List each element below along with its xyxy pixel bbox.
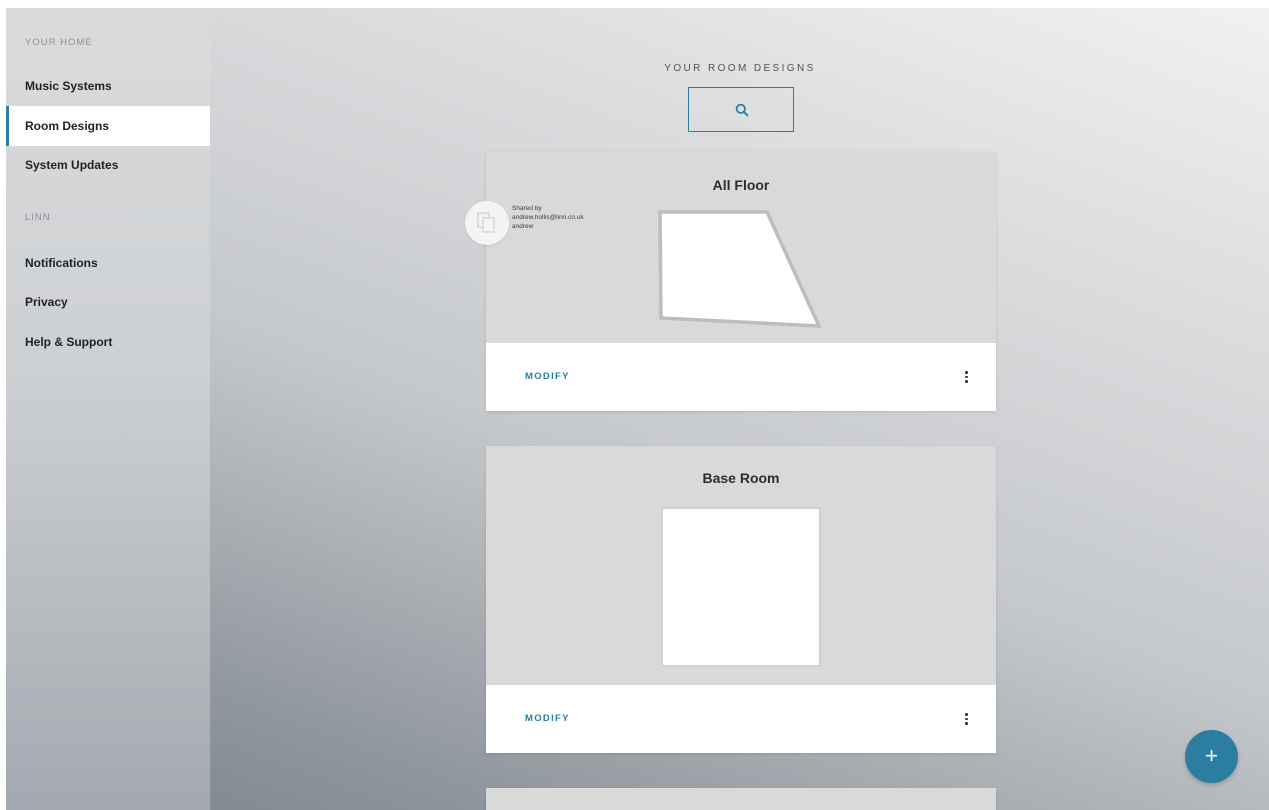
card-footer: MODIFY — [486, 685, 996, 753]
modify-button[interactable]: MODIFY — [525, 371, 570, 382]
shared-by-label: Shared by — [512, 205, 542, 212]
shared-by-info: Shared by andrew.hollis@linn.co.uk andre… — [512, 204, 584, 231]
card-title: All Floor — [712, 177, 770, 193]
sidebar: YOUR HOME Music Systems Room Designs Sys… — [6, 8, 210, 810]
more-options-icon[interactable] — [960, 711, 972, 727]
search-button[interactable] — [688, 87, 794, 132]
sidebar-item-privacy[interactable]: Privacy — [6, 282, 210, 322]
search-icon — [735, 103, 749, 117]
shared-copy-badge — [465, 201, 509, 245]
sidebar-item-music-systems[interactable]: Music Systems — [6, 66, 210, 106]
sidebar-item-label: Room Designs — [25, 119, 110, 133]
card-title: Base Room — [702, 470, 780, 486]
app-window: YOUR HOME Music Systems Room Designs Sys… — [6, 8, 1269, 810]
sidebar-item-help-support[interactable]: Help & Support — [6, 322, 210, 362]
plus-icon: + — [1205, 743, 1218, 768]
room-design-card-partial[interactable] — [486, 788, 996, 810]
room-floorplan-thumbnail — [661, 507, 821, 667]
copy-icon — [477, 212, 495, 233]
section-label-your-home: YOUR HOME — [25, 37, 93, 48]
sidebar-item-label: Help & Support — [25, 335, 113, 349]
add-room-design-button[interactable]: + — [1185, 730, 1238, 783]
more-options-icon[interactable] — [960, 369, 972, 385]
shared-by-email: andrew.hollis@linn.co.uk — [512, 214, 584, 221]
room-design-card-all-floor[interactable]: All Floor MODIFY — [486, 152, 996, 411]
sidebar-item-room-designs[interactable]: Room Designs — [6, 106, 210, 146]
sidebar-item-system-updates[interactable]: System Updates — [6, 145, 210, 185]
sidebar-item-notifications[interactable]: Notifications — [6, 243, 210, 283]
room-floorplan-thumbnail — [658, 210, 822, 328]
page-title: YOUR ROOM DESIGNS — [664, 63, 816, 74]
sidebar-item-label: Music Systems — [25, 79, 112, 93]
modify-button[interactable]: MODIFY — [525, 713, 570, 724]
sidebar-item-label: Notifications — [25, 256, 98, 270]
section-label-linn: LINN — [25, 212, 51, 223]
sidebar-item-label: System Updates — [25, 158, 119, 172]
room-design-card-base-room[interactable]: Base Room MODIFY — [486, 446, 996, 753]
shared-by-name: andrew — [512, 223, 534, 230]
card-footer: MODIFY — [486, 343, 996, 411]
sidebar-item-label: Privacy — [25, 295, 68, 309]
